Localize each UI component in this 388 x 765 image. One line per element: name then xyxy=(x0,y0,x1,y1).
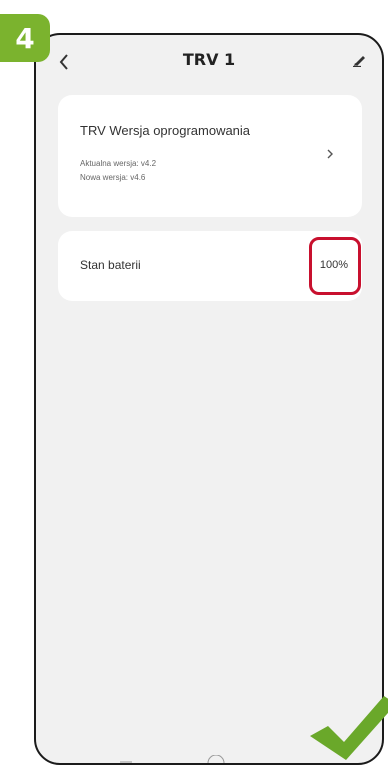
checkmark-icon xyxy=(310,696,388,760)
battery-label: Stan baterii xyxy=(80,258,141,272)
step-number-badge: 4 xyxy=(0,14,50,62)
new-version-text: Nowa wersja: v4.6 xyxy=(80,173,146,182)
phone-screen: TRV 1 TRV Wersja oprogramowania Aktualna… xyxy=(34,33,384,765)
firmware-version-card[interactable]: TRV Wersja oprogramowania Aktualna wersj… xyxy=(58,95,362,217)
chevron-right-icon xyxy=(327,149,333,159)
current-version-text: Aktualna wersja: v4.2 xyxy=(80,159,157,168)
page-title: TRV 1 xyxy=(182,50,236,69)
app-header: TRV 1 xyxy=(36,35,382,87)
battery-value-highlight xyxy=(309,237,361,295)
edit-pencil-icon[interactable] xyxy=(352,51,368,67)
firmware-title: TRV Wersja oprogramowania xyxy=(80,123,251,138)
